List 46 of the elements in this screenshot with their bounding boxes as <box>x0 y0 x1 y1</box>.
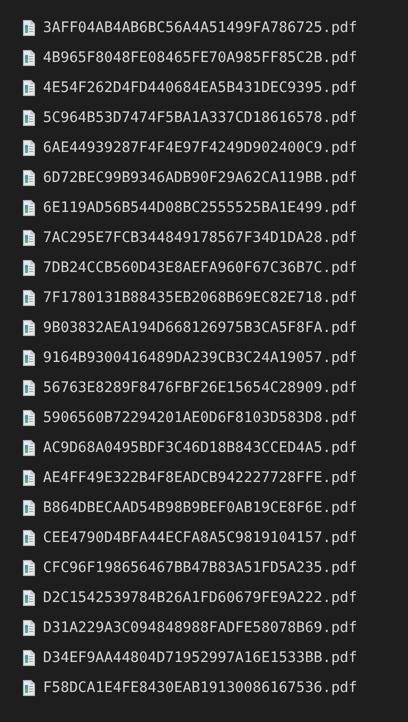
file-name[interactable]: 3AFF04AB4AB6BC56A4A51499FA786725.pdf <box>43 20 358 36</box>
file-name[interactable]: D34EF9AA44804D71952997A16E1533BB.pdf <box>43 650 358 666</box>
document-icon <box>23 350 35 366</box>
document-icon <box>23 410 35 426</box>
file-name[interactable]: 6D72BEC99B9346ADB90F29A62CA119BB.pdf <box>43 170 358 186</box>
document-icon <box>23 530 35 546</box>
file-name[interactable]: 4B965F8048FE08465FE70A985FF85C2B.pdf <box>43 50 358 66</box>
document-icon <box>23 230 35 246</box>
document-icon <box>23 560 35 576</box>
document-icon <box>23 650 35 666</box>
file-name[interactable]: B864DBECAAD54B98B9BEF0AB19CE8F6E.pdf <box>43 500 358 516</box>
document-icon <box>23 260 35 276</box>
file-name[interactable]: 9164B9300416489DA239CB3C24A19057.pdf <box>43 350 358 366</box>
file-name[interactable]: F58DCA1E4FE8430EAB19130086167536.pdf <box>43 680 358 696</box>
document-icon <box>23 320 35 336</box>
file-name[interactable]: 7F1780131B88435EB2068B69EC82E718.pdf <box>43 290 358 306</box>
document-icon <box>23 620 35 636</box>
file-name[interactable]: 7AC295E7FCB344849178567F34D1DA28.pdf <box>43 230 358 246</box>
document-icon <box>23 50 35 66</box>
file-name[interactable]: 5C964B53D7474F5BA1A337CD18616578.pdf <box>43 110 358 126</box>
file-name[interactable]: D2C1542539784B26A1FD60679FE9A222.pdf <box>43 590 358 606</box>
file-name[interactable]: 9B03832AEA194D668126975B3CA5F8FA.pdf <box>43 320 358 336</box>
document-icon <box>23 110 35 126</box>
file-name[interactable]: CFC96F198656467BB47B83A51FD5A235.pdf <box>43 560 358 576</box>
file-name[interactable]: 6E119AD56B544D08BC2555525BA1E499.pdf <box>43 200 358 216</box>
document-icon <box>23 380 35 396</box>
document-icon <box>23 680 35 696</box>
document-icon <box>23 170 35 186</box>
document-icon <box>23 500 35 516</box>
document-icon <box>23 80 35 96</box>
document-icon <box>23 470 35 486</box>
document-icon <box>23 290 35 306</box>
file-name[interactable]: 56763E8289F8476FBF26E15654C28909.pdf <box>43 380 358 396</box>
file-name[interactable]: 5906560B72294201AE0D6F8103D583D8.pdf <box>43 410 358 426</box>
file-name[interactable]: 6AE44939287F4F4E97F4249D902400C9.pdf <box>43 140 358 156</box>
document-icon <box>23 140 35 156</box>
file-name[interactable]: D31A229A3C094848988FADFE58078B69.pdf <box>43 620 358 636</box>
file-name[interactable]: AC9D68A0495BDF3C46D18B843CCED4A5.pdf <box>43 440 358 456</box>
document-icon <box>23 440 35 456</box>
file-name[interactable]: CEE4790D4BFA44ECFA8A5C9819104157.pdf <box>43 530 358 546</box>
file-name[interactable]: 4E54F262D4FD440684EA5B431DEC9395.pdf <box>43 80 358 96</box>
document-icon <box>23 20 35 36</box>
file-name[interactable]: AE4FF49E322B4F8EADCB942227728FFE.pdf <box>43 470 358 486</box>
document-icon <box>23 590 35 606</box>
document-icon <box>23 200 35 216</box>
file-name[interactable]: 7DB24CCB560D43E8AEFA960F67C36B7C.pdf <box>43 260 358 276</box>
